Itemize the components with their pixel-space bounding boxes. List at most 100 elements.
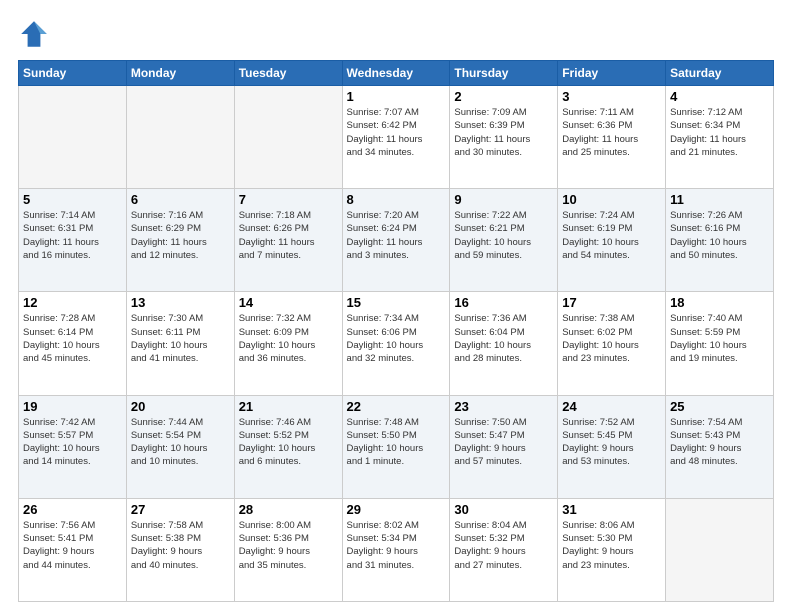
- day-number: 25: [670, 399, 769, 414]
- calendar-cell: [666, 498, 774, 601]
- calendar-cell: 22 Sunrise: 7:48 AM Sunset: 5:50 PM Dayli…: [342, 395, 450, 498]
- day-info: Sunrise: 7:20 AM Sunset: 6:24 PM Dayligh…: [347, 209, 446, 262]
- weekday-header-thursday: Thursday: [450, 61, 558, 86]
- calendar-cell: 12 Sunrise: 7:28 AM Sunset: 6:14 PM Dayli…: [19, 292, 127, 395]
- day-number: 16: [454, 295, 553, 310]
- calendar-cell: 13 Sunrise: 7:30 AM Sunset: 6:11 PM Dayli…: [126, 292, 234, 395]
- calendar-table: SundayMondayTuesdayWednesdayThursdayFrid…: [18, 60, 774, 602]
- day-info: Sunrise: 7:18 AM Sunset: 6:26 PM Dayligh…: [239, 209, 338, 262]
- day-number: 22: [347, 399, 446, 414]
- day-info: Sunrise: 7:58 AM Sunset: 5:38 PM Dayligh…: [131, 519, 230, 572]
- day-info: Sunrise: 7:28 AM Sunset: 6:14 PM Dayligh…: [23, 312, 122, 365]
- calendar-cell: 8Sunrise: 7:20 AM Sunset: 6:24 PM Daylig…: [342, 189, 450, 292]
- calendar-cell: 21 Sunrise: 7:46 AM Sunset: 5:52 PM Dayli…: [234, 395, 342, 498]
- calendar-cell: 16 Sunrise: 7:36 AM Sunset: 6:04 PM Dayli…: [450, 292, 558, 395]
- day-info: Sunrise: 7:07 AM Sunset: 6:42 PM Dayligh…: [347, 106, 446, 159]
- calendar-cell: 30 Sunrise: 8:04 AM Sunset: 5:32 PM Dayli…: [450, 498, 558, 601]
- day-number: 10: [562, 192, 661, 207]
- day-info: Sunrise: 7:46 AM Sunset: 5:52 PM Dayligh…: [239, 416, 338, 469]
- day-number: 13: [131, 295, 230, 310]
- weekday-header-row: SundayMondayTuesdayWednesdayThursdayFrid…: [19, 61, 774, 86]
- week-row-3: 12 Sunrise: 7:28 AM Sunset: 6:14 PM Dayli…: [19, 292, 774, 395]
- header: [18, 18, 774, 50]
- day-info: Sunrise: 7:54 AM Sunset: 5:43 PM Dayligh…: [670, 416, 769, 469]
- day-info: Sunrise: 7:50 AM Sunset: 5:47 PM Dayligh…: [454, 416, 553, 469]
- calendar-cell: 31 Sunrise: 8:06 AM Sunset: 5:30 PM Dayli…: [558, 498, 666, 601]
- day-info: Sunrise: 7:26 AM Sunset: 6:16 PM Dayligh…: [670, 209, 769, 262]
- calendar-cell: 15 Sunrise: 7:34 AM Sunset: 6:06 PM Dayli…: [342, 292, 450, 395]
- calendar-cell: 20 Sunrise: 7:44 AM Sunset: 5:54 PM Dayli…: [126, 395, 234, 498]
- weekday-header-wednesday: Wednesday: [342, 61, 450, 86]
- day-number: 18: [670, 295, 769, 310]
- calendar-cell: [234, 86, 342, 189]
- day-info: Sunrise: 7:36 AM Sunset: 6:04 PM Dayligh…: [454, 312, 553, 365]
- day-number: 27: [131, 502, 230, 517]
- day-info: Sunrise: 7:52 AM Sunset: 5:45 PM Dayligh…: [562, 416, 661, 469]
- day-number: 15: [347, 295, 446, 310]
- day-info: Sunrise: 7:34 AM Sunset: 6:06 PM Dayligh…: [347, 312, 446, 365]
- day-info: Sunrise: 7:12 AM Sunset: 6:34 PM Dayligh…: [670, 106, 769, 159]
- day-info: Sunrise: 7:38 AM Sunset: 6:02 PM Dayligh…: [562, 312, 661, 365]
- day-number: 6: [131, 192, 230, 207]
- day-number: 1: [347, 89, 446, 104]
- day-number: 11: [670, 192, 769, 207]
- calendar-cell: [126, 86, 234, 189]
- weekday-header-sunday: Sunday: [19, 61, 127, 86]
- week-row-5: 26Sunrise: 7:56 AM Sunset: 5:41 PM Dayli…: [19, 498, 774, 601]
- weekday-header-tuesday: Tuesday: [234, 61, 342, 86]
- calendar-cell: 25 Sunrise: 7:54 AM Sunset: 5:43 PM Dayli…: [666, 395, 774, 498]
- calendar-cell: 5Sunrise: 7:14 AM Sunset: 6:31 PM Daylig…: [19, 189, 127, 292]
- day-info: Sunrise: 8:04 AM Sunset: 5:32 PM Dayligh…: [454, 519, 553, 572]
- day-info: Sunrise: 8:02 AM Sunset: 5:34 PM Dayligh…: [347, 519, 446, 572]
- week-row-4: 19 Sunrise: 7:42 AM Sunset: 5:57 PM Dayli…: [19, 395, 774, 498]
- calendar-cell: [19, 86, 127, 189]
- calendar-cell: 4Sunrise: 7:12 AM Sunset: 6:34 PM Daylig…: [666, 86, 774, 189]
- calendar-cell: 10 Sunrise: 7:24 AM Sunset: 6:19 PM Dayli…: [558, 189, 666, 292]
- day-number: 26: [23, 502, 122, 517]
- week-row-1: 1 Sunrise: 7:07 AM Sunset: 6:42 PM Daylig…: [19, 86, 774, 189]
- weekday-header-friday: Friday: [558, 61, 666, 86]
- calendar-cell: 27 Sunrise: 7:58 AM Sunset: 5:38 PM Dayli…: [126, 498, 234, 601]
- day-info: Sunrise: 7:32 AM Sunset: 6:09 PM Dayligh…: [239, 312, 338, 365]
- calendar-cell: 3 Sunrise: 7:11 AM Sunset: 6:36 PM Daylig…: [558, 86, 666, 189]
- day-number: 5: [23, 192, 122, 207]
- calendar-cell: 18 Sunrise: 7:40 AM Sunset: 5:59 PM Dayli…: [666, 292, 774, 395]
- day-info: Sunrise: 8:06 AM Sunset: 5:30 PM Dayligh…: [562, 519, 661, 572]
- day-info: Sunrise: 7:09 AM Sunset: 6:39 PM Dayligh…: [454, 106, 553, 159]
- day-info: Sunrise: 7:24 AM Sunset: 6:19 PM Dayligh…: [562, 209, 661, 262]
- day-number: 19: [23, 399, 122, 414]
- day-info: Sunrise: 7:16 AM Sunset: 6:29 PM Dayligh…: [131, 209, 230, 262]
- day-number: 31: [562, 502, 661, 517]
- calendar-cell: 1 Sunrise: 7:07 AM Sunset: 6:42 PM Daylig…: [342, 86, 450, 189]
- day-info: Sunrise: 7:44 AM Sunset: 5:54 PM Dayligh…: [131, 416, 230, 469]
- calendar-cell: 23 Sunrise: 7:50 AM Sunset: 5:47 PM Dayli…: [450, 395, 558, 498]
- day-number: 21: [239, 399, 338, 414]
- day-info: Sunrise: 7:40 AM Sunset: 5:59 PM Dayligh…: [670, 312, 769, 365]
- day-info: Sunrise: 7:42 AM Sunset: 5:57 PM Dayligh…: [23, 416, 122, 469]
- calendar-cell: 28Sunrise: 8:00 AM Sunset: 5:36 PM Dayli…: [234, 498, 342, 601]
- day-number: 14: [239, 295, 338, 310]
- day-info: Sunrise: 7:48 AM Sunset: 5:50 PM Dayligh…: [347, 416, 446, 469]
- day-info: Sunrise: 7:11 AM Sunset: 6:36 PM Dayligh…: [562, 106, 661, 159]
- calendar-cell: 19 Sunrise: 7:42 AM Sunset: 5:57 PM Dayli…: [19, 395, 127, 498]
- logo-icon: [18, 18, 50, 50]
- day-number: 3: [562, 89, 661, 104]
- day-number: 9: [454, 192, 553, 207]
- calendar-cell: 14 Sunrise: 7:32 AM Sunset: 6:09 PM Dayli…: [234, 292, 342, 395]
- day-number: 23: [454, 399, 553, 414]
- day-number: 20: [131, 399, 230, 414]
- day-number: 12: [23, 295, 122, 310]
- calendar-cell: 2 Sunrise: 7:09 AM Sunset: 6:39 PM Daylig…: [450, 86, 558, 189]
- day-info: Sunrise: 7:22 AM Sunset: 6:21 PM Dayligh…: [454, 209, 553, 262]
- calendar-cell: 6 Sunrise: 7:16 AM Sunset: 6:29 PM Daylig…: [126, 189, 234, 292]
- calendar-cell: 7Sunrise: 7:18 AM Sunset: 6:26 PM Daylig…: [234, 189, 342, 292]
- day-number: 29: [347, 502, 446, 517]
- calendar-cell: 11 Sunrise: 7:26 AM Sunset: 6:16 PM Dayli…: [666, 189, 774, 292]
- day-info: Sunrise: 8:00 AM Sunset: 5:36 PM Dayligh…: [239, 519, 338, 572]
- logo: [18, 18, 56, 50]
- day-number: 2: [454, 89, 553, 104]
- calendar-cell: 17 Sunrise: 7:38 AM Sunset: 6:02 PM Dayli…: [558, 292, 666, 395]
- day-info: Sunrise: 7:30 AM Sunset: 6:11 PM Dayligh…: [131, 312, 230, 365]
- day-number: 30: [454, 502, 553, 517]
- day-number: 17: [562, 295, 661, 310]
